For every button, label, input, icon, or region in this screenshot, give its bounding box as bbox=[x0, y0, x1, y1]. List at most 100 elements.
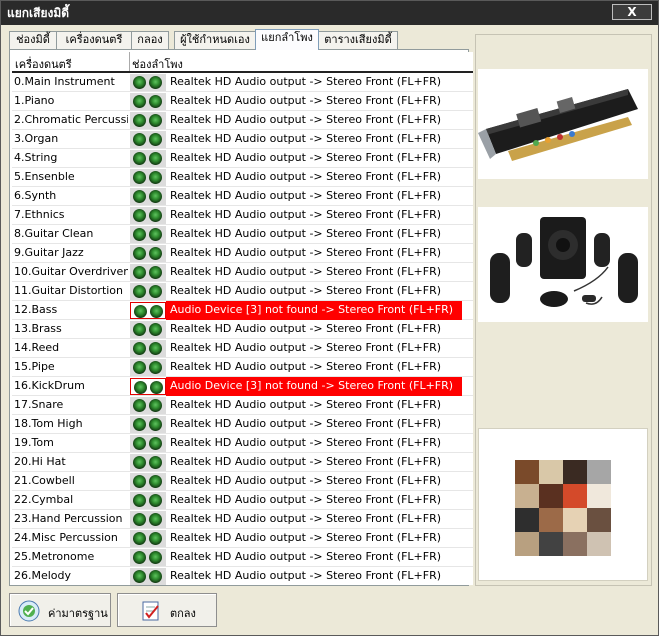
table-row[interactable]: 25.Metronome Realtek HD Audio output -> S… bbox=[12, 548, 473, 567]
speaker-indicator[interactable] bbox=[130, 511, 166, 528]
speaker-indicator[interactable] bbox=[130, 378, 166, 395]
table-row[interactable]: 3.Organ Realtek HD Audio output -> Stereo… bbox=[12, 130, 473, 149]
speaker-indicator[interactable] bbox=[130, 150, 166, 167]
output-device[interactable]: Realtek HD Audio output -> Stereo Front … bbox=[166, 149, 441, 168]
table-row[interactable]: 20.Hi Hat Realtek HD Audio output -> Ster… bbox=[12, 453, 473, 472]
speaker-indicator[interactable] bbox=[130, 435, 166, 452]
speaker-indicator[interactable] bbox=[130, 473, 166, 490]
table-row[interactable]: 15.Pipe Realtek HD Audio output -> Stereo… bbox=[12, 358, 473, 377]
output-device[interactable]: Realtek HD Audio output -> Stereo Front … bbox=[166, 187, 441, 206]
table-row[interactable]: 14.Reed Realtek HD Audio output -> Stereo… bbox=[12, 339, 473, 358]
table-row[interactable]: 21.Cowbell Realtek HD Audio output -> Ste… bbox=[12, 472, 473, 491]
output-device[interactable]: Realtek HD Audio output -> Stereo Front … bbox=[166, 320, 441, 339]
output-device[interactable]: Realtek HD Audio output -> Stereo Front … bbox=[166, 244, 441, 263]
col-speaker-header[interactable]: ช่องลำโพง bbox=[132, 55, 183, 73]
instrument-name: 23.Hand Percussion bbox=[14, 512, 123, 525]
tab-instrument[interactable]: เครื่องดนตรี bbox=[56, 31, 132, 49]
output-device[interactable]: Realtek HD Audio output -> Stereo Front … bbox=[166, 548, 441, 567]
table-row[interactable]: 22.Cymbal Realtek HD Audio output -> Ster… bbox=[12, 491, 473, 510]
speaker-indicator[interactable] bbox=[130, 74, 166, 91]
speaker-list[interactable]: เครื่องดนตรี ช่องลำโพง 0.Main Instrument… bbox=[12, 52, 473, 585]
output-device[interactable]: Realtek HD Audio output -> Stereo Front … bbox=[166, 453, 441, 472]
output-device[interactable]: Realtek HD Audio output -> Stereo Front … bbox=[166, 282, 441, 301]
speaker-indicator[interactable] bbox=[130, 321, 166, 338]
table-row[interactable]: 10.Guitar Overdriven Realtek HD Audio out… bbox=[12, 263, 473, 282]
speaker-indicator[interactable] bbox=[130, 169, 166, 186]
tab-midi-channel[interactable]: ช่องมิดี้ bbox=[9, 31, 57, 49]
table-row[interactable]: 12.Bass Audio Device [3] not found -> Ste… bbox=[12, 301, 473, 320]
output-device[interactable]: Realtek HD Audio output -> Stereo Front … bbox=[166, 396, 441, 415]
table-row[interactable]: 0.Main Instrument Realtek HD Audio output… bbox=[12, 73, 473, 92]
speaker-indicator[interactable] bbox=[130, 359, 166, 376]
speaker-indicator[interactable] bbox=[130, 112, 166, 129]
output-device[interactable]: Realtek HD Audio output -> Stereo Front … bbox=[166, 434, 441, 453]
output-device[interactable]: Realtek HD Audio output -> Stereo Front … bbox=[166, 491, 441, 510]
output-device[interactable]: Realtek HD Audio output -> Stereo Front … bbox=[166, 92, 441, 111]
table-row[interactable]: 9.Guitar Jazz Realtek HD Audio output -> … bbox=[12, 244, 473, 263]
speaker-indicator[interactable] bbox=[130, 264, 166, 281]
speaker-indicator[interactable] bbox=[130, 397, 166, 414]
table-row[interactable]: 16.KickDrum Audio Device [3] not found ->… bbox=[12, 377, 473, 396]
output-device[interactable]: Audio Device [3] not found -> Stereo Fro… bbox=[166, 377, 462, 396]
speaker-indicator[interactable] bbox=[130, 549, 166, 566]
speaker-indicator[interactable] bbox=[130, 568, 166, 585]
speaker-indicator[interactable] bbox=[130, 226, 166, 243]
table-row[interactable]: 11.Guitar Distortion Realtek HD Audio out… bbox=[12, 282, 473, 301]
table-row[interactable]: 19.Tom Realtek HD Audio output -> Stereo … bbox=[12, 434, 473, 453]
table-row[interactable]: 24.Misc Percussion Realtek HD Audio outpu… bbox=[12, 529, 473, 548]
output-device[interactable]: Realtek HD Audio output -> Stereo Front … bbox=[166, 130, 441, 149]
speaker-indicator[interactable] bbox=[130, 188, 166, 205]
table-row[interactable]: 7.Ethnics Realtek HD Audio output -> Ster… bbox=[12, 206, 473, 225]
table-row[interactable]: 2.Chromatic Percussion Realtek HD Audio o… bbox=[12, 111, 473, 130]
output-device[interactable]: Realtek HD Audio output -> Stereo Front … bbox=[166, 73, 441, 92]
output-device[interactable]: Audio Device [3] not found -> Stereo Fro… bbox=[166, 301, 462, 320]
output-device[interactable]: Realtek HD Audio output -> Stereo Front … bbox=[166, 510, 441, 529]
tab-midi-table[interactable]: ตารางเสียงมิดี้ bbox=[318, 31, 398, 49]
speaker-indicator[interactable] bbox=[130, 416, 166, 433]
speaker-indicator[interactable] bbox=[130, 340, 166, 357]
speaker-indicator[interactable] bbox=[130, 245, 166, 262]
tab-drum[interactable]: กลอง bbox=[131, 31, 169, 49]
speaker-indicator[interactable] bbox=[130, 530, 166, 547]
output-device[interactable]: Realtek HD Audio output -> Stereo Front … bbox=[166, 415, 441, 434]
speaker-indicator[interactable] bbox=[130, 283, 166, 300]
output-device[interactable]: Realtek HD Audio output -> Stereo Front … bbox=[166, 472, 441, 491]
close-button[interactable]: X bbox=[612, 4, 652, 20]
table-row[interactable]: 26.Melody Realtek HD Audio output -> Ster… bbox=[12, 567, 473, 585]
table-row[interactable]: 1.Piano Realtek HD Audio output -> Stereo… bbox=[12, 92, 473, 111]
right-channel-icon bbox=[149, 456, 162, 469]
header-divider[interactable] bbox=[129, 52, 130, 71]
speaker-indicator[interactable] bbox=[130, 454, 166, 471]
default-button[interactable]: ค่ามาตรฐาน bbox=[9, 593, 111, 627]
table-row[interactable]: 23.Hand Percussion Realtek HD Audio outpu… bbox=[12, 510, 473, 529]
table-row[interactable]: 13.Brass Realtek HD Audio output -> Stere… bbox=[12, 320, 473, 339]
output-device[interactable]: Realtek HD Audio output -> Stereo Front … bbox=[166, 529, 441, 548]
output-device[interactable]: Realtek HD Audio output -> Stereo Front … bbox=[166, 225, 441, 244]
tab-user-defined[interactable]: ผู้ใช้กำหนดเอง bbox=[174, 31, 256, 49]
output-device[interactable]: Realtek HD Audio output -> Stereo Front … bbox=[166, 206, 441, 225]
output-device[interactable]: Realtek HD Audio output -> Stereo Front … bbox=[166, 263, 441, 282]
output-device[interactable]: Realtek HD Audio output -> Stereo Front … bbox=[166, 168, 441, 187]
speaker-indicator[interactable] bbox=[130, 302, 166, 319]
instrument-name: 4.String bbox=[14, 151, 58, 164]
speaker-indicator[interactable] bbox=[130, 131, 166, 148]
left-channel-icon bbox=[133, 190, 146, 203]
output-device[interactable]: Realtek HD Audio output -> Stereo Front … bbox=[166, 339, 441, 358]
ok-button[interactable]: ตกลง bbox=[117, 593, 217, 627]
speaker-indicator[interactable] bbox=[130, 492, 166, 509]
tab-speaker-split[interactable]: แยกลำโพง bbox=[255, 29, 319, 50]
speaker-indicator[interactable] bbox=[130, 207, 166, 224]
table-row[interactable]: 6.Synth Realtek HD Audio output -> Stereo… bbox=[12, 187, 473, 206]
instrument-name: 3.Organ bbox=[14, 132, 59, 145]
output-device[interactable]: Realtek HD Audio output -> Stereo Front … bbox=[166, 567, 441, 585]
table-row[interactable]: 18.Tom High Realtek HD Audio output -> St… bbox=[12, 415, 473, 434]
output-device[interactable]: Realtek HD Audio output -> Stereo Front … bbox=[166, 111, 441, 130]
table-row[interactable]: 17.Snare Realtek HD Audio output -> Stere… bbox=[12, 396, 473, 415]
table-row[interactable]: 8.Guitar Clean Realtek HD Audio output ->… bbox=[12, 225, 473, 244]
left-channel-icon bbox=[133, 133, 146, 146]
speaker-indicator[interactable] bbox=[130, 93, 166, 110]
col-instrument-header[interactable]: เครื่องดนตรี bbox=[15, 55, 72, 73]
table-row[interactable]: 5.Ensenble Realtek HD Audio output -> Ste… bbox=[12, 168, 473, 187]
output-device[interactable]: Realtek HD Audio output -> Stereo Front … bbox=[166, 358, 441, 377]
table-row[interactable]: 4.String Realtek HD Audio output -> Stere… bbox=[12, 149, 473, 168]
